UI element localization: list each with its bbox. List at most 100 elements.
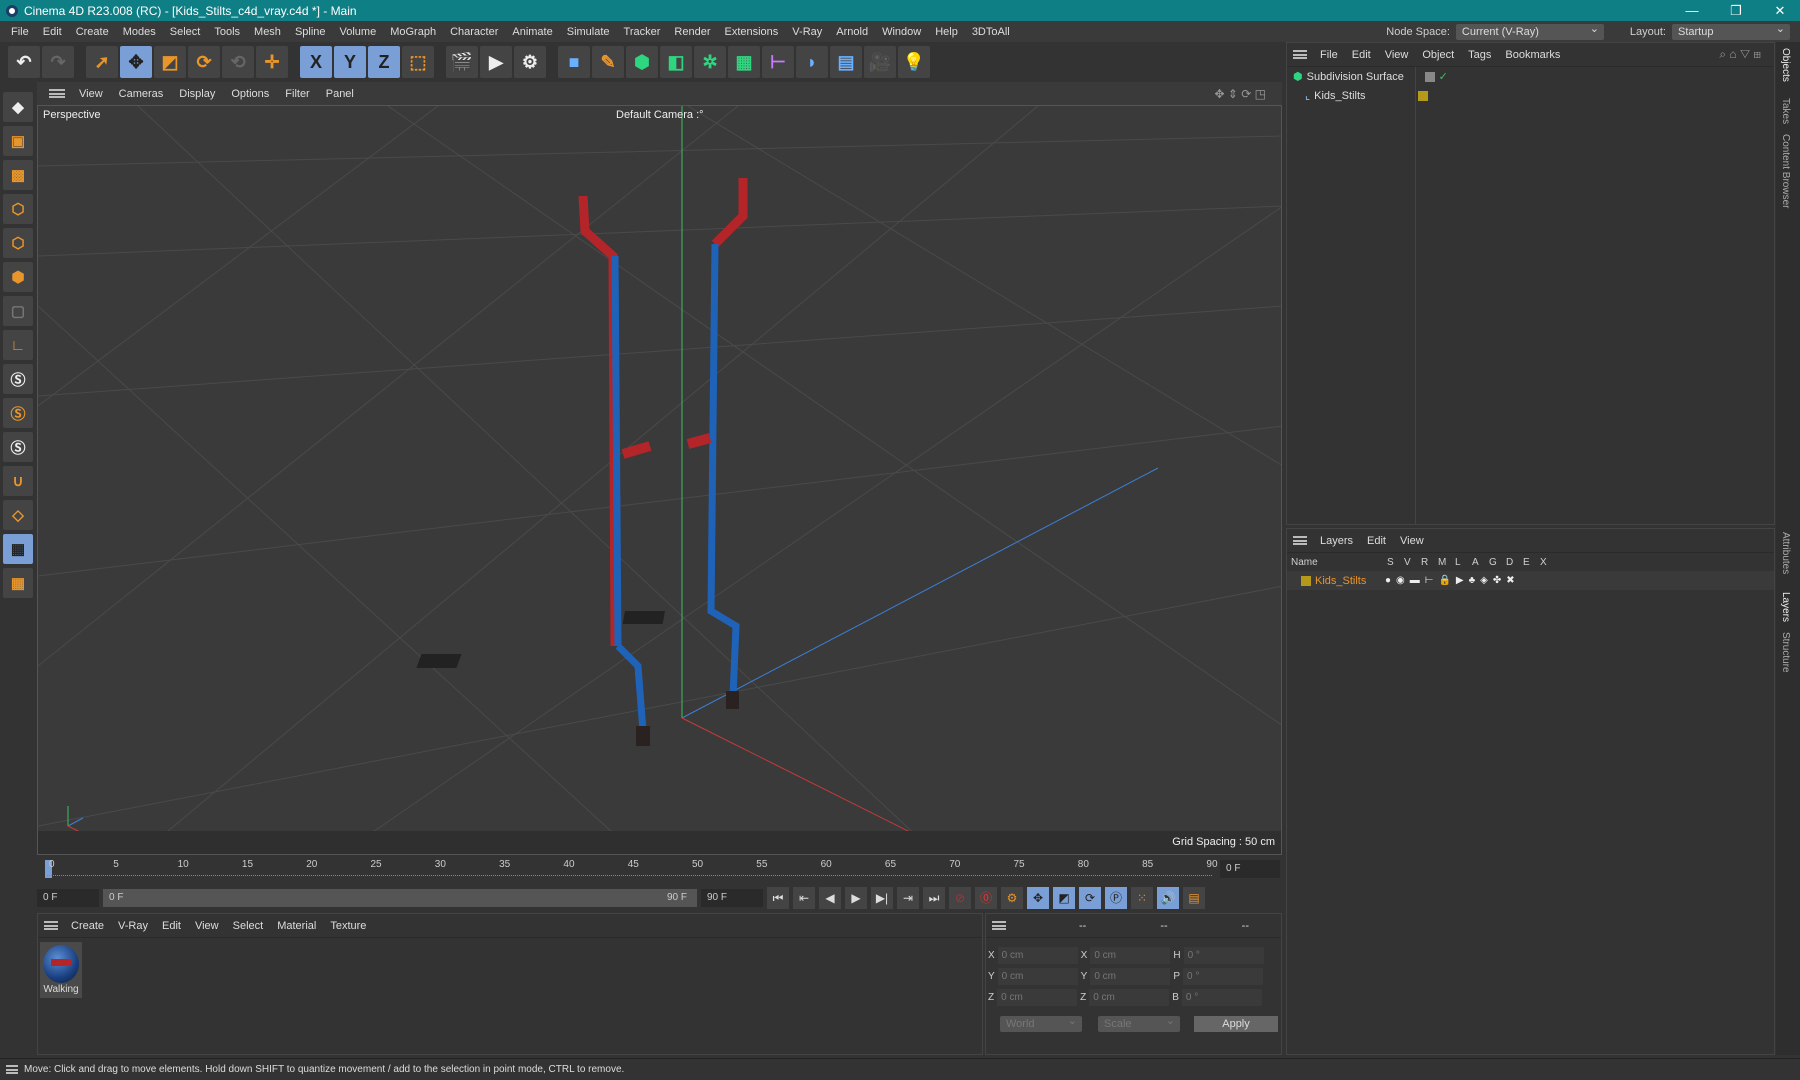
layer-menu-view[interactable]: View: [1393, 535, 1431, 547]
snap-icon[interactable]: Ⓢ: [3, 364, 33, 394]
polygon-mode-icon[interactable]: ⬢: [3, 262, 33, 292]
x-axis-lock-button[interactable]: X: [300, 46, 332, 78]
world-axis-button[interactable]: ✛: [256, 46, 288, 78]
deformer-icon[interactable]: ⊢: [762, 46, 794, 78]
pos-z-field[interactable]: 0 cm: [997, 989, 1078, 1006]
tab-takes[interactable]: Takes: [1780, 98, 1791, 124]
name-column[interactable]: Name: [1291, 557, 1387, 568]
apply-button[interactable]: Apply: [1194, 1016, 1278, 1032]
object-menu-icon[interactable]: [1293, 50, 1307, 59]
edge-mode-icon[interactable]: ⬡: [3, 228, 33, 258]
obj-menu-edit[interactable]: Edit: [1345, 49, 1378, 61]
pos-y-field[interactable]: 0 cm: [997, 968, 1078, 985]
vp-menu-display[interactable]: Display: [171, 88, 223, 100]
cube-icon[interactable]: ■: [558, 46, 590, 78]
search-home-filter-icons[interactable]: ⌕ ⌂ ▽ ⊞: [1712, 47, 1768, 62]
frame-range-slider[interactable]: 0 F 90 F: [103, 889, 697, 907]
tab-content-browser[interactable]: Content Browser: [1780, 134, 1791, 208]
menu-window[interactable]: Window: [875, 26, 928, 38]
menu-spline[interactable]: Spline: [288, 26, 333, 38]
menu-3dtoall[interactable]: 3DToAll: [965, 26, 1017, 38]
render-view-button[interactable]: 🎬: [446, 46, 478, 78]
autokey-button[interactable]: ⓪: [975, 887, 997, 909]
prev-frame-button[interactable]: ◀: [819, 887, 841, 909]
layer-toggle-icons[interactable]: ●◉▬⊢🔒▶♣◈✤✖: [1385, 575, 1520, 586]
prev-key-button[interactable]: ⇤: [793, 887, 815, 909]
col-solo[interactable]: S: [1387, 557, 1404, 568]
obj-menu-tags[interactable]: Tags: [1461, 49, 1498, 61]
goto-start-button[interactable]: ⏮: [767, 887, 789, 909]
world-select[interactable]: World: [1000, 1013, 1082, 1032]
coordinate-system-button[interactable]: ⬚: [402, 46, 434, 78]
end-frame-field[interactable]: 90 F: [701, 889, 763, 907]
menu-mesh[interactable]: Mesh: [247, 26, 288, 38]
minimize-button[interactable]: —: [1672, 0, 1712, 21]
sound-button[interactable]: 🔊: [1157, 887, 1179, 909]
col-render[interactable]: R: [1421, 557, 1438, 568]
menu-animate[interactable]: Animate: [505, 26, 559, 38]
field-icon[interactable]: ◗: [796, 46, 828, 78]
rot-b-field[interactable]: 0 °: [1181, 989, 1262, 1006]
make-editable-icon[interactable]: ◆: [3, 92, 33, 122]
tab-layers[interactable]: Layers: [1780, 592, 1791, 622]
start-frame-field[interactable]: 0 F: [37, 889, 99, 907]
col-locked[interactable]: L: [1455, 557, 1472, 568]
extrude-icon[interactable]: ◧: [660, 46, 692, 78]
vp-menu-filter[interactable]: Filter: [277, 88, 317, 100]
menu-vray[interactable]: V-Ray: [785, 26, 829, 38]
pos-x-field[interactable]: 0 cm: [997, 947, 1078, 964]
obj-menu-view[interactable]: View: [1378, 49, 1416, 61]
restore-button[interactable]: ❐: [1716, 0, 1756, 21]
col-expressions[interactable]: E: [1523, 557, 1540, 568]
next-frame-button[interactable]: ▶|: [871, 887, 893, 909]
enabled-check-icon[interactable]: ✓: [1439, 70, 1448, 83]
rotate-tool-button[interactable]: ⟳: [188, 46, 220, 78]
layer-menu-edit[interactable]: Edit: [1360, 535, 1393, 547]
3d-viewport[interactable]: Perspective Default Camera :° Grid Spaci…: [37, 105, 1282, 855]
pen-spline-icon[interactable]: ✎: [592, 46, 624, 78]
col-visible[interactable]: V: [1404, 557, 1421, 568]
viewport-nav-icons[interactable]: ✥ ⇕ ⟳ ◳: [1206, 87, 1274, 101]
col-xrefs[interactable]: X: [1540, 557, 1557, 568]
undo-button[interactable]: ↶: [8, 46, 40, 78]
menu-arnold[interactable]: Arnold: [829, 26, 875, 38]
mat-menu-view[interactable]: View: [188, 920, 226, 932]
menu-render[interactable]: Render: [667, 26, 717, 38]
workplane-icon[interactable]: ◇: [3, 500, 33, 530]
axis-mode-icon[interactable]: ∟: [3, 330, 33, 360]
timeline-button[interactable]: ▤: [1183, 887, 1205, 909]
object-row-kids-stilts[interactable]: ⌞ Kids_Stilts: [1287, 86, 1774, 105]
rot-h-field[interactable]: 0 °: [1183, 947, 1264, 964]
obj-menu-bookmarks[interactable]: Bookmarks: [1498, 49, 1567, 61]
layer-color-swatch[interactable]: [1301, 575, 1311, 586]
menu-character[interactable]: Character: [443, 26, 505, 38]
rot-p-field[interactable]: 0 °: [1183, 968, 1264, 985]
next-key-button[interactable]: ⇥: [897, 887, 919, 909]
menu-modes[interactable]: Modes: [116, 26, 163, 38]
material-menu-icon[interactable]: [44, 921, 58, 930]
snap-settings-icon[interactable]: Ⓢ: [3, 398, 33, 428]
texture-mode-icon[interactable]: ▩: [3, 160, 33, 190]
psr-button[interactable]: ⟲: [222, 46, 254, 78]
layout-select[interactable]: Startup: [1672, 21, 1790, 40]
tab-attributes[interactable]: Attributes: [1780, 532, 1791, 574]
grid-icon[interactable]: ▦: [3, 534, 33, 564]
key-rotation-button[interactable]: ⟳: [1079, 887, 1101, 909]
menu-simulate[interactable]: Simulate: [560, 26, 617, 38]
tab-objects[interactable]: Objects: [1780, 48, 1791, 82]
editor-toggle-icon[interactable]: [1424, 71, 1435, 82]
col-deformers[interactable]: D: [1506, 557, 1523, 568]
menu-select[interactable]: Select: [163, 26, 208, 38]
model-mode-icon[interactable]: ▣: [3, 126, 33, 156]
tab-structure[interactable]: Structure: [1780, 632, 1791, 673]
key-position-button[interactable]: ✥: [1027, 887, 1049, 909]
vp-menu-panel[interactable]: Panel: [318, 88, 362, 100]
size-y-field[interactable]: 0 cm: [1090, 968, 1171, 985]
mat-menu-vray[interactable]: V-Ray: [111, 920, 155, 932]
object-row-subdivision[interactable]: ⬢ Subdivision Surface ✓: [1287, 67, 1774, 86]
mat-menu-create[interactable]: Create: [64, 920, 111, 932]
camera-icon[interactable]: 🎥: [864, 46, 896, 78]
viewport-menu-icon[interactable]: [49, 89, 65, 98]
mat-menu-edit[interactable]: Edit: [155, 920, 188, 932]
menu-volume[interactable]: Volume: [333, 26, 384, 38]
